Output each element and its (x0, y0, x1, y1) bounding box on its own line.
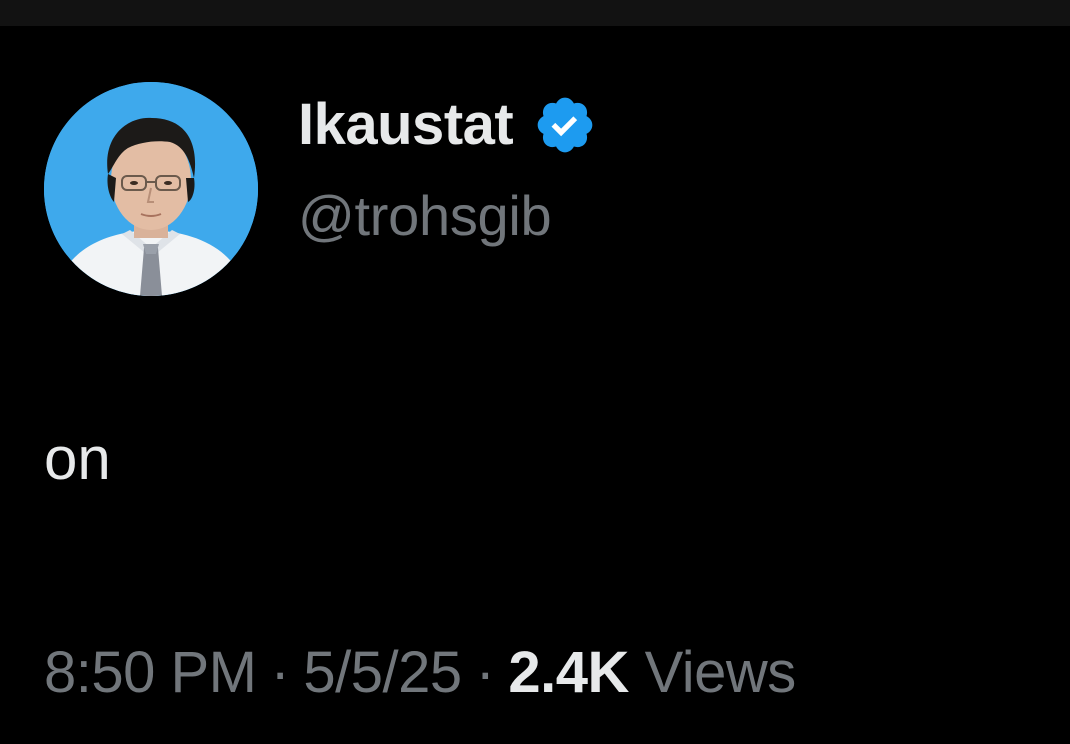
top-strip (0, 0, 1070, 26)
author-name-row: Ikaustat (298, 92, 597, 158)
tweet-text: on (44, 425, 111, 492)
avatar-photo (44, 82, 258, 296)
tweet-card: Ikaustat @trohsgib on 8:50 PM · 5/5/25 · 2.4… (0, 26, 1070, 744)
author-handle[interactable]: @trohsgib (298, 184, 552, 248)
views-count[interactable]: 2.4K (508, 640, 629, 705)
views-label: Views (644, 640, 797, 705)
meta-separator: · (475, 640, 495, 705)
tweet-date[interactable]: 5/5/25 (303, 640, 462, 705)
tweet-time[interactable]: 8:50 PM (44, 640, 257, 705)
author-display-name[interactable]: Ikaustat (298, 92, 514, 158)
verified-badge-icon[interactable] (533, 93, 597, 157)
tweet-meta: 8:50 PM · 5/5/25 · 2.4K Views (44, 638, 796, 708)
avatar[interactable] (44, 82, 258, 296)
meta-separator: · (270, 640, 290, 705)
